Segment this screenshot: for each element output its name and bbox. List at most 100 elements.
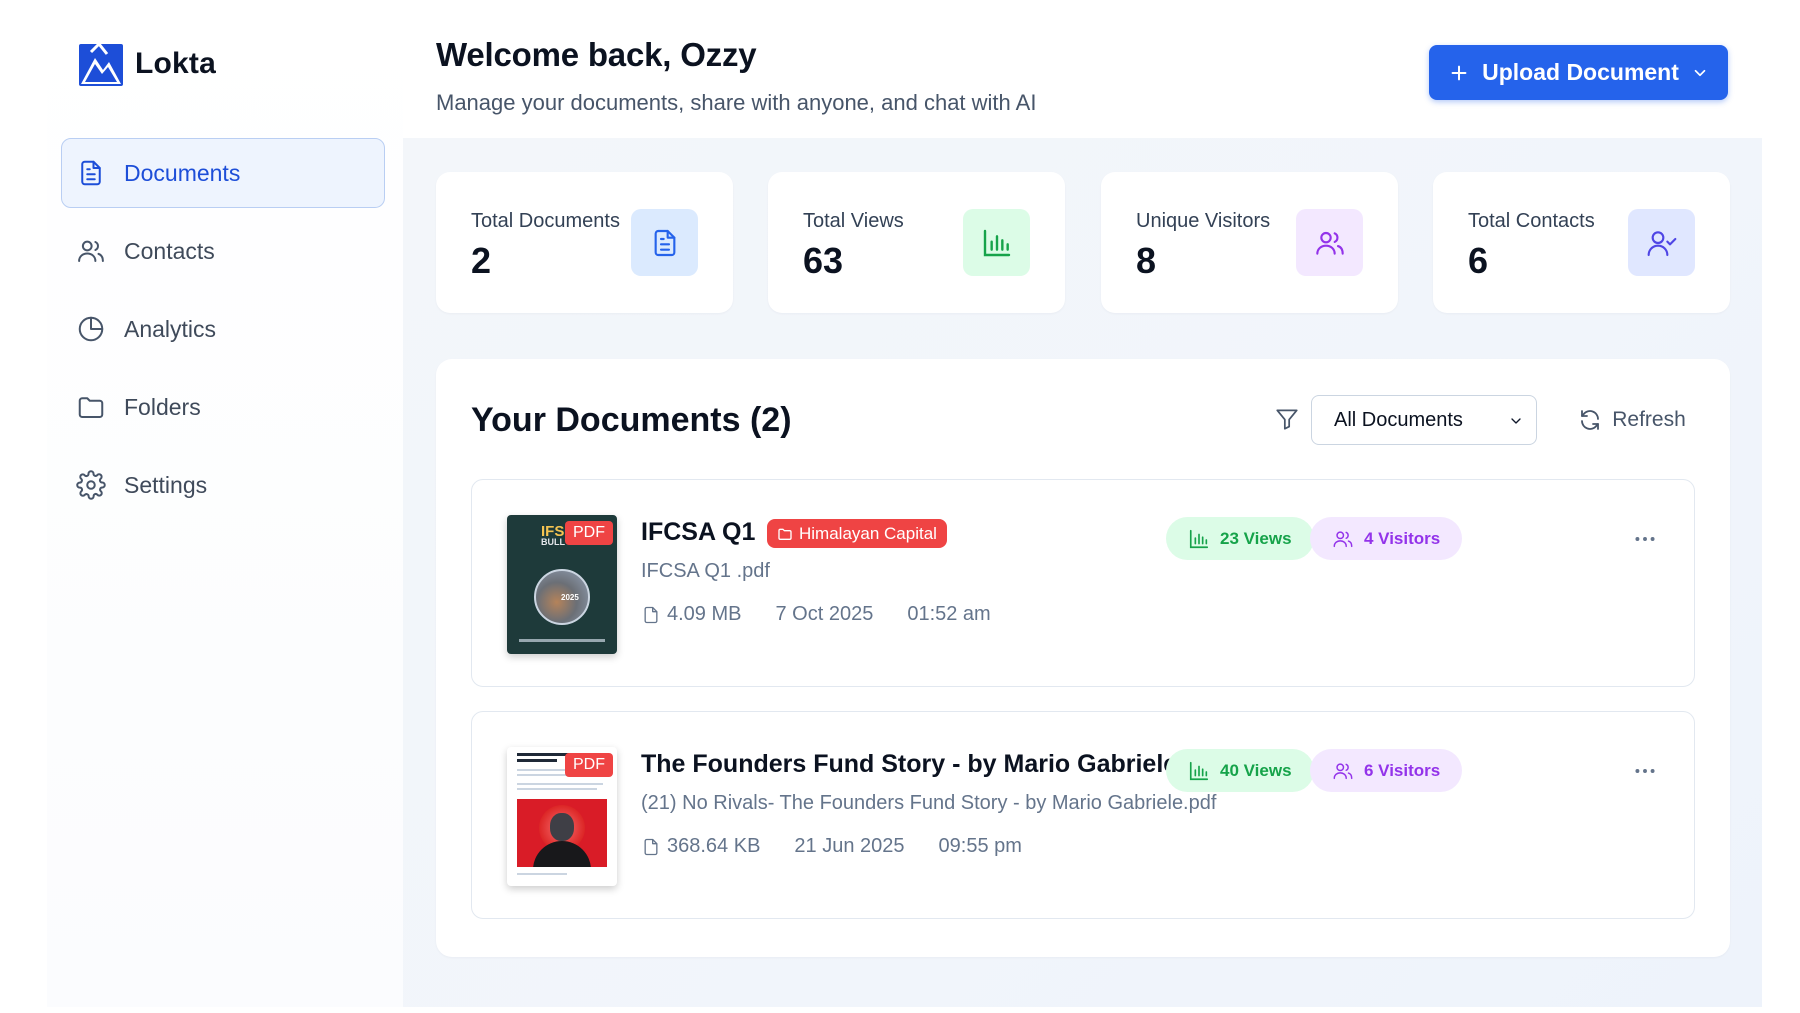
upload-document-button[interactable]: Upload Document xyxy=(1429,45,1728,100)
sidebar-item-analytics[interactable]: Analytics xyxy=(61,294,385,364)
sidebar-item-documents[interactable]: Documents xyxy=(61,138,385,208)
document-size: 4.09 MB xyxy=(667,603,742,625)
folder-tag-label: Himalayan Capital xyxy=(799,523,937,543)
bar-chart-icon xyxy=(1189,529,1209,548)
sidebar-item-contacts[interactable]: Contacts xyxy=(61,216,385,286)
sidebar-item-folders[interactable]: Folders xyxy=(61,372,385,442)
visitors-badge[interactable]: 4 Visitors xyxy=(1310,517,1463,560)
thumbnail-photo: 2025 xyxy=(534,569,590,625)
bar-chart-icon xyxy=(1189,761,1209,780)
document-meta: 4.09 MB 7 Oct 2025 01:52 am xyxy=(641,603,991,626)
thumbnail-subtitle-text: BULL xyxy=(541,537,565,547)
pie-chart-icon xyxy=(78,316,104,342)
sidebar-item-label: Settings xyxy=(124,471,208,498)
views-badge[interactable]: 23 Views xyxy=(1166,517,1314,560)
page-title: Welcome back, Ozzy xyxy=(436,36,757,73)
brand-name: Lokta xyxy=(135,47,217,80)
document-title[interactable]: The Founders Fund Story - by Mario Gabri… xyxy=(641,750,1177,779)
stat-icon-box xyxy=(631,209,698,276)
thumbnail-year: 2025 xyxy=(561,593,579,602)
pdf-badge: PDF xyxy=(565,753,613,777)
sidebar-item-settings[interactable]: Settings xyxy=(61,450,385,520)
thumbnail-text-line xyxy=(517,873,567,875)
views-badge[interactable]: 40 Views xyxy=(1166,749,1314,792)
stat-card-total-contacts: Total Contacts 6 xyxy=(1433,172,1730,313)
visitors-count: 6 Visitors xyxy=(1364,760,1441,780)
document-date: 21 Jun 2025 xyxy=(794,835,905,857)
document-file-name: IFCSA Q1 .pdf xyxy=(641,560,770,582)
documents-panel: Your Documents (2) All Documents Refresh… xyxy=(436,359,1730,957)
document-title[interactable]: IFCSA Q1 xyxy=(641,518,755,547)
sidebar-item-label: Folders xyxy=(124,393,201,420)
thumbnail-footer-line xyxy=(519,639,605,642)
documents-filter-select[interactable]: All Documents xyxy=(1311,395,1537,445)
stat-value: 63 xyxy=(803,240,844,281)
document-time: 01:52 am xyxy=(907,603,991,625)
more-options-button[interactable] xyxy=(1627,753,1663,789)
refresh-button[interactable]: Refresh xyxy=(1561,395,1703,445)
document-date: 7 Oct 2025 xyxy=(775,603,874,625)
stat-card-total-documents: Total Documents 2 xyxy=(436,172,733,313)
stat-icon-box xyxy=(1296,209,1363,276)
document-time: 09:55 pm xyxy=(938,835,1022,857)
file-icon xyxy=(644,838,658,855)
sidebar-item-label: Contacts xyxy=(124,237,215,264)
stat-label: Unique Visitors xyxy=(1136,210,1271,232)
upload-document-label: Upload Document xyxy=(1482,59,1679,85)
thumbnail-portrait xyxy=(517,799,607,867)
document-meta: 368.64 KB 21 Jun 2025 09:55 pm xyxy=(641,835,1022,858)
thumbnail-portrait-body xyxy=(533,841,591,867)
gear-icon xyxy=(76,470,106,500)
plus-icon xyxy=(1451,65,1467,80)
users-icon xyxy=(1315,231,1344,255)
document-size: 368.64 KB xyxy=(667,835,761,857)
folder-tag[interactable]: Himalayan Capital xyxy=(767,519,947,548)
page-subtitle: Manage your documents, share with anyone… xyxy=(436,90,1037,115)
users-icon xyxy=(1333,530,1353,547)
stat-value: 8 xyxy=(1136,240,1157,281)
documents-title: Your Documents (2) xyxy=(471,401,792,439)
document-card[interactable]: IFS BULL 2025 PDF IFCSA Q1 Himalayan Cap… xyxy=(471,479,1695,687)
visitors-badge[interactable]: 6 Visitors xyxy=(1310,749,1463,792)
user-check-icon xyxy=(1647,230,1676,256)
document-icon xyxy=(81,160,101,186)
more-options-button[interactable] xyxy=(1627,521,1663,557)
thumbnail-text-line xyxy=(517,788,597,790)
views-count: 23 Views xyxy=(1220,528,1292,548)
sidebar-item-label: Analytics xyxy=(124,315,217,342)
refresh-icon xyxy=(1581,410,1600,430)
sidebar-item-label: Documents xyxy=(124,159,241,186)
bar-chart-icon xyxy=(983,229,1010,256)
users-icon xyxy=(78,240,104,262)
pdf-badge: PDF xyxy=(565,521,613,545)
visitors-count: 4 Visitors xyxy=(1364,528,1441,548)
documents-filter-value: All Documents xyxy=(1334,408,1463,431)
mountain-logo-icon xyxy=(79,41,123,86)
sidebar-nav: Documents Contacts Analytics Folders Set… xyxy=(61,138,385,528)
stat-value: 2 xyxy=(471,240,492,281)
document-card[interactable]: PDF The Founders Fund Story - by Mario G… xyxy=(471,711,1695,919)
stat-icon-box xyxy=(1628,209,1695,276)
filter-icon[interactable] xyxy=(1274,406,1300,432)
folder-icon xyxy=(78,397,104,418)
stat-card-unique-visitors: Unique Visitors 8 xyxy=(1101,172,1398,313)
thumbnail-heading-line xyxy=(517,759,557,762)
refresh-label: Refresh xyxy=(1612,408,1686,431)
main-content: Total Documents 2 Total Views 63 Unique … xyxy=(403,138,1762,1007)
document-icon xyxy=(654,229,675,256)
file-icon xyxy=(644,606,658,623)
document-thumbnail[interactable]: PDF xyxy=(507,747,617,886)
views-count: 40 Views xyxy=(1220,760,1292,780)
stat-label: Total Contacts xyxy=(1468,210,1595,232)
document-file-name: (21) No Rivals- The Founders Fund Story … xyxy=(641,792,1217,814)
stat-icon-box xyxy=(963,209,1030,276)
stat-card-total-views: Total Views 63 xyxy=(768,172,1065,313)
document-thumbnail[interactable]: IFS BULL 2025 PDF xyxy=(507,515,617,654)
chevron-down-icon xyxy=(1694,69,1706,76)
folder-icon xyxy=(778,528,792,540)
ellipsis-icon xyxy=(1635,537,1655,541)
users-icon xyxy=(1333,762,1353,779)
thumbnail-portrait-head xyxy=(550,813,574,841)
brand-logo[interactable]: Lokta xyxy=(77,40,216,88)
stat-label: Total Views xyxy=(803,210,904,232)
